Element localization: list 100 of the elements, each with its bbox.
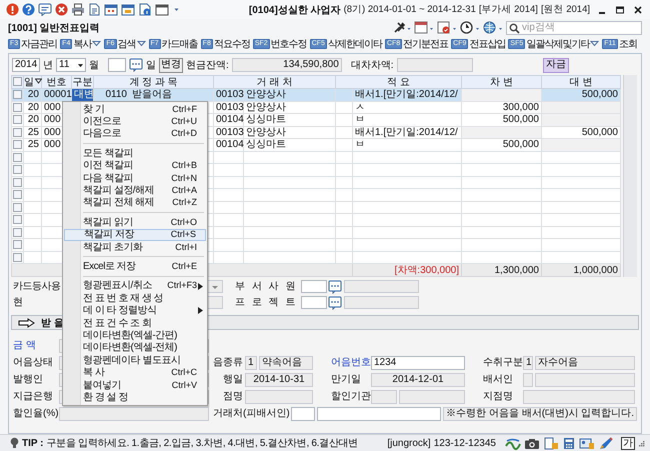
camera-icon[interactable] <box>524 436 540 450</box>
checkbox[interactable] <box>13 115 22 124</box>
menu-item[interactable]: 형광펜데이타 별도표시 <box>64 354 206 366</box>
menu-item[interactable]: 데이타변환(엑셀-간편) <box>64 329 206 342</box>
input-field[interactable] <box>399 390 465 404</box>
input-field[interactable] <box>245 390 313 404</box>
menu-item[interactable]: 책갈피 설정/해제 Ctrl+A <box>64 184 206 197</box>
input-field[interactable]: 1234 <box>371 356 465 370</box>
input-field[interactable]: ※수령한 어음을 배서(대변)시 입력합니다. <box>443 407 637 421</box>
checklist-icon[interactable] <box>437 21 457 34</box>
calendar-icon[interactable] <box>414 21 434 34</box>
menu-item[interactable]: 전 표 번 호 재 생 성 <box>64 292 206 304</box>
table-row[interactable]: 20 00001 대변 0110 받을어음 00103 안양상사 배서1.[만기일:2014/12/ 500,000 <box>12 88 620 101</box>
globe-icon[interactable] <box>483 21 503 34</box>
change-button[interactable]: 변경 <box>159 58 183 72</box>
window-icon[interactable] <box>155 3 169 16</box>
checkbox[interactable] <box>13 190 22 200</box>
menu-item-label: 다음 책갈피 <box>83 172 133 184</box>
lookup-icon[interactable] <box>129 58 143 72</box>
maximize-icon[interactable] <box>614 4 626 16</box>
day-field[interactable] <box>108 58 126 72</box>
document-icon[interactable] <box>543 436 559 450</box>
menu-item[interactable]: 책갈피 초기화 Ctrl+I <box>64 240 206 254</box>
dropdown-icon[interactable] <box>76 58 86 72</box>
calculator-icon[interactable] <box>562 436 576 450</box>
wave-icon[interactable] <box>505 436 521 450</box>
menu-item-label: 복 사 <box>83 367 104 378</box>
pencil-icon[interactable] <box>598 436 614 450</box>
input-field[interactable] <box>301 280 327 293</box>
menu-item[interactable]: 책갈피 저장 Ctrl+S <box>64 228 206 241</box>
menu-item[interactable]: 데이타변환(엑셀-전체) <box>64 342 206 354</box>
checkbox[interactable] <box>13 215 22 224</box>
input-field[interactable]: 2014-10-31 <box>245 373 313 387</box>
checkbox[interactable] <box>13 77 22 86</box>
search-field[interactable]: vip검색 <box>506 20 642 34</box>
checkbox[interactable] <box>13 165 22 174</box>
input-field[interactable] <box>291 407 315 421</box>
menu-item[interactable]: 이전 책갈피 Ctrl+B <box>64 160 206 172</box>
checkbox[interactable] <box>13 102 22 112</box>
input-field[interactable] <box>344 296 419 309</box>
input-field[interactable] <box>523 373 533 387</box>
checkbox[interactable] <box>13 240 22 250</box>
checkbox[interactable] <box>13 128 22 137</box>
input-field[interactable] <box>317 407 442 421</box>
checkbox[interactable] <box>13 178 22 187</box>
input-field[interactable] <box>535 373 635 387</box>
input-mode-indicator[interactable]: 가 <box>621 436 635 450</box>
menu-item[interactable]: 다음 책갈피 Ctrl+N <box>64 172 206 184</box>
input-field[interactable]: 자수어음 <box>535 356 635 370</box>
table-cell: 500,000 <box>462 114 542 126</box>
column-header[interactable]: 번호 <box>42 76 72 88</box>
alert-icon[interactable] <box>6 3 19 16</box>
checkbox[interactable] <box>13 202 22 212</box>
checkbox[interactable] <box>13 252 22 262</box>
menu-item[interactable]: 전 표 건 수 조 회 <box>64 316 206 330</box>
withholding-year: [원천 2014] <box>540 3 590 16</box>
input-field[interactable] <box>523 390 635 404</box>
input-field[interactable]: 약속어음 <box>259 356 313 370</box>
chat-icon[interactable] <box>38 3 52 16</box>
help-icon[interactable] <box>22 3 35 16</box>
column-header[interactable]: 차 변 <box>462 76 542 88</box>
close-icon[interactable] <box>632 4 644 16</box>
menu-item[interactable]: Excel로 저장 Ctrl+E <box>64 260 206 273</box>
lookup-icon[interactable] <box>328 280 342 294</box>
menu-item[interactable]: 붙여넣기 Ctrl+V <box>64 378 206 392</box>
menu-item[interactable]: 복 사 Ctrl+C <box>64 366 206 379</box>
column-header[interactable]: 거 래 처 <box>214 76 336 88</box>
input-field[interactable] <box>344 280 419 293</box>
menu-item[interactable]: 형광펜표시/취소 Ctrl+F3 <box>64 280 206 292</box>
filter-icon[interactable] <box>35 78 42 86</box>
column-header[interactable]: 적 요 <box>336 76 462 88</box>
input-field[interactable]: 2014-12-01 <box>371 373 465 387</box>
scrollbar[interactable] <box>623 75 637 277</box>
input-field[interactable] <box>371 390 397 404</box>
lookup-icon[interactable] <box>328 296 342 310</box>
checkbox[interactable] <box>13 90 22 100</box>
year-field[interactable]: 2014 <box>12 58 40 72</box>
printer-icon[interactable] <box>71 3 85 16</box>
calendar-icon[interactable] <box>121 3 135 16</box>
calendar-icon[interactable] <box>104 3 118 16</box>
checkbox[interactable] <box>13 140 22 150</box>
month-dropdown[interactable]: 11 <box>56 58 76 72</box>
clock-icon[interactable] <box>460 21 480 34</box>
column-header[interactable]: 구분 <box>72 76 94 88</box>
menu-item[interactable]: 책갈피 읽기 Ctrl+O <box>64 216 206 229</box>
checkbox[interactable] <box>13 228 22 237</box>
checkbox[interactable] <box>13 152 22 162</box>
wrench-icon[interactable] <box>393 21 411 34</box>
menu-item[interactable]: 데 이 타 정렬방식 <box>64 304 206 317</box>
info-icon[interactable] <box>138 3 152 16</box>
menu-item[interactable]: 환 경 설 정 <box>64 391 206 404</box>
menu-item[interactable]: 책갈피 전체 해제 Ctrl+Z <box>64 196 206 210</box>
input-field[interactable] <box>301 296 327 309</box>
column-header[interactable]: 대 변 <box>542 76 620 88</box>
input-field[interactable]: 1 <box>523 356 533 370</box>
document-icon[interactable] <box>88 3 101 16</box>
input-field[interactable]: 1 <box>245 356 257 370</box>
id-card-icon[interactable] <box>579 436 595 450</box>
column-header[interactable]: 계 정 과 목 <box>94 76 214 88</box>
input-field[interactable] <box>59 407 209 421</box>
